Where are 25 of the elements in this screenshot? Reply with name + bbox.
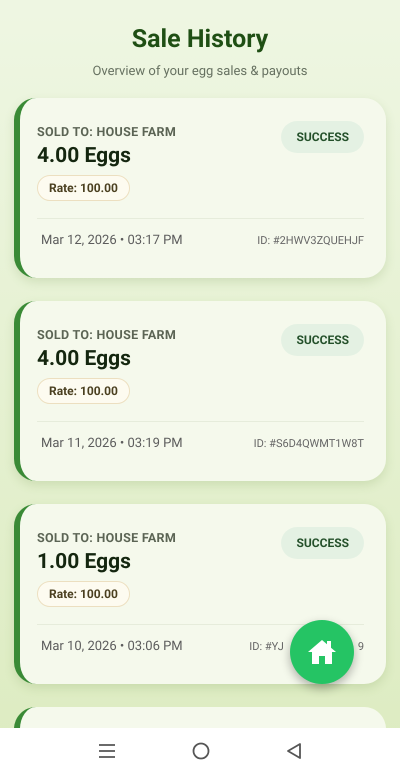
page-title: Sale History bbox=[132, 24, 268, 56]
buyer-label: SOLD TO: HOUSE FARM bbox=[37, 530, 176, 548]
egg-amount: 4.00 Eggs bbox=[37, 346, 131, 372]
home-icon bbox=[307, 639, 337, 665]
sale-id: ID: #YJ bbox=[249, 638, 284, 655]
home-circle-icon[interactable] bbox=[192, 742, 210, 760]
egg-amount: 4.00 Eggs bbox=[37, 143, 131, 170]
rate-badge: Rate: 100.00 bbox=[37, 175, 130, 202]
sale-date: Mar 11, 2026 • 03:19 PM bbox=[41, 435, 183, 454]
buyer-label: SOLD TO: HOUSE FARM bbox=[37, 124, 176, 142]
buyer-label: SOLD TO: HOUSE FARM bbox=[37, 326, 176, 344]
rate-badge: Rate: 100.00 bbox=[37, 378, 130, 404]
rate-badge: Rate: 100.00 bbox=[37, 581, 130, 608]
egg-amount: 1.00 Eggs bbox=[37, 549, 131, 576]
sale-id: ID: #S6D4QWMT1W8T bbox=[254, 436, 364, 452]
menu-icon[interactable] bbox=[98, 742, 116, 758]
page-subtitle: Overview of your egg sales & payouts bbox=[92, 63, 308, 81]
status-badge: SUCCESS bbox=[281, 324, 364, 356]
sale-id: ID: #2HWV3ZQUEHJF bbox=[257, 232, 364, 249]
status-badge: SUCCESS bbox=[281, 120, 364, 152]
sale-id: 9 bbox=[358, 638, 364, 655]
sale-date: Mar 10, 2026 • 03:06 PM bbox=[41, 638, 183, 656]
sale-date: Mar 12, 2026 • 03:17 PM bbox=[41, 232, 183, 250]
back-icon[interactable] bbox=[286, 742, 302, 760]
status-badge: SUCCESS bbox=[281, 526, 364, 558]
